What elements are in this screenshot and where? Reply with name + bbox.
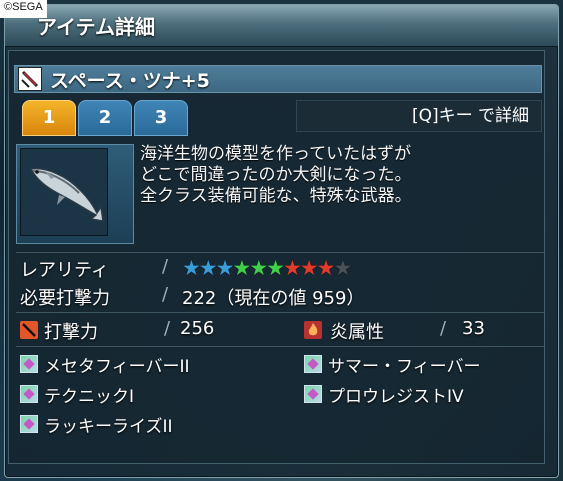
ability-name: ラッキーライズII xyxy=(44,417,173,437)
divider xyxy=(16,312,544,313)
star-icon: ★ xyxy=(198,256,218,280)
attack-label: 打撃力 xyxy=(44,322,98,343)
rarity-stars: ★★★★★★★★★★ xyxy=(182,256,352,280)
ability-name: メセタフィーバーII xyxy=(44,357,190,377)
item-description: 海洋生物の模型を作っていたはずが どこで間違ったのか大剣になった。 全クラス装備… xyxy=(140,144,540,207)
separator-slash: / xyxy=(440,318,447,339)
ability-icon xyxy=(20,385,38,403)
item-name: スペース・ツナ+5 xyxy=(50,70,210,92)
ability-name: プロウレジストIV xyxy=(328,387,464,407)
divider xyxy=(16,252,544,253)
star-icon: ★ xyxy=(299,256,319,280)
separator-slash: / xyxy=(162,284,169,305)
separator-slash: / xyxy=(162,256,169,277)
fire-element-icon xyxy=(304,321,322,339)
ability-name: サマー・フィーバー xyxy=(328,357,481,377)
separator-slash: / xyxy=(164,318,171,339)
detail-hint-button[interactable]: [Q]キー で詳細 xyxy=(296,100,542,132)
ability-icon xyxy=(20,355,38,373)
divider xyxy=(16,346,544,347)
copyright-label: ©SEGA xyxy=(0,0,47,18)
description-line: 海洋生物の模型を作っていたはずが xyxy=(140,144,412,164)
element-label: 炎属性 xyxy=(330,322,384,343)
tab-1[interactable]: 1 xyxy=(22,100,76,136)
required-attack-label: 必要打撃力 xyxy=(20,288,110,309)
star-icon: ★ xyxy=(249,256,268,280)
tab-3[interactable]: 3 xyxy=(134,100,188,136)
description-line: 全クラス装備可能な、特殊な武器。 xyxy=(140,186,412,206)
window-title: アイテム詳細 xyxy=(37,15,155,39)
star-icon: ★ xyxy=(266,256,285,280)
required-attack-value: 222（現在の値 959） xyxy=(182,288,365,309)
star-icon: ★ xyxy=(215,256,235,280)
star-icon: ★ xyxy=(182,256,201,280)
star-icon: ★ xyxy=(333,256,352,280)
attack-icon xyxy=(20,321,38,339)
star-icon: ★ xyxy=(316,256,336,280)
attack-value: 256 xyxy=(180,318,215,339)
tuna-sword-icon xyxy=(20,148,108,236)
sword-icon xyxy=(18,67,42,91)
ability-icon xyxy=(20,415,38,433)
ability-name: テクニックI xyxy=(44,387,135,407)
description-line: どこで間違ったのか大剣になった。 xyxy=(140,165,412,185)
star-icon: ★ xyxy=(282,256,302,280)
rarity-label: レアリティ xyxy=(20,260,109,281)
element-value: 33 xyxy=(462,318,485,339)
ability-icon xyxy=(304,385,322,403)
star-icon: ★ xyxy=(232,256,251,280)
ability-icon xyxy=(304,355,322,373)
tab-2[interactable]: 2 xyxy=(78,100,132,136)
title-bar[interactable]: アイテム詳細 xyxy=(5,5,558,47)
